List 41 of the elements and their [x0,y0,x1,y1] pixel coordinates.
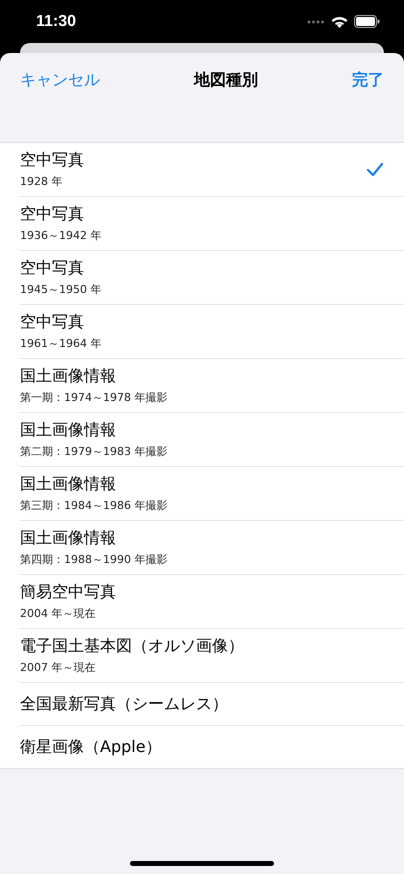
map-type-row[interactable]: 簡易空中写真 2004 年～現在 [0,575,404,629]
row-subtitle: 2004 年～現在 [20,606,96,621]
row-title: 国土画像情報 [20,366,117,387]
row-title: 国土画像情報 [20,528,117,549]
map-type-row[interactable]: 国土画像情報 第三期：1984～1986 年撮影 [0,467,404,521]
row-title: 空中写真 [20,258,85,279]
row-subtitle: 第二期：1979～1983 年撮影 [20,444,168,459]
row-subtitle: 2007 年～現在 [20,660,96,675]
row-title: 全国最新写真（シームレス） [20,694,228,714]
map-type-row[interactable]: 国土画像情報 第一期：1974～1978 年撮影 [0,359,404,413]
status-time: 11:30 [36,12,76,30]
row-title: 空中写真 [20,312,85,333]
sheet-title: 地図種別 [194,70,258,91]
row-title: 国土画像情報 [20,420,117,441]
done-button[interactable]: 完了 [352,70,384,91]
map-type-row[interactable]: 空中写真 1945～1950 年 [0,251,404,305]
row-title: 電子国土基本図（オルソ画像） [20,636,244,657]
row-subtitle: 第一期：1974～1978 年撮影 [20,390,168,405]
row-subtitle: 1928 年 [20,174,64,189]
map-type-row[interactable]: 電子国土基本図（オルソ画像） 2007 年～現在 [0,629,404,683]
row-title: 空中写真 [20,150,84,171]
row-title: 簡易空中写真 [20,582,116,603]
row-title: 空中写真 [20,204,85,225]
map-type-row[interactable]: 国土画像情報 第四期：1988～1990 年撮影 [0,521,404,575]
row-title: 国土画像情報 [20,474,117,495]
map-type-row[interactable]: 空中写真 1961～1964 年 [0,305,404,359]
row-subtitle: 1961～1964 年 [20,336,102,351]
row-subtitle: 1945～1950 年 [20,282,102,297]
map-type-row[interactable]: 全国最新写真（シームレス） [0,683,404,726]
battery-icon [354,15,380,28]
row-subtitle: 第四期：1988～1990 年撮影 [20,552,168,567]
map-type-row[interactable]: 国土画像情報 第二期：1979～1983 年撮影 [0,413,404,467]
row-subtitle: 1936～1942 年 [20,228,102,243]
row-subtitle: 第三期：1984～1986 年撮影 [20,498,168,513]
map-type-row[interactable]: 空中写真 1936～1942 年 [0,197,404,251]
map-type-row[interactable]: 衛星画像（Apple） [0,726,404,768]
cancel-button[interactable]: キャンセル [20,70,100,91]
signal-icon [307,20,325,24]
map-type-row[interactable]: 空中写真 1928 年 [0,143,404,197]
row-title: 衛星画像（Apple） [20,736,162,758]
wifi-icon [331,16,348,28]
